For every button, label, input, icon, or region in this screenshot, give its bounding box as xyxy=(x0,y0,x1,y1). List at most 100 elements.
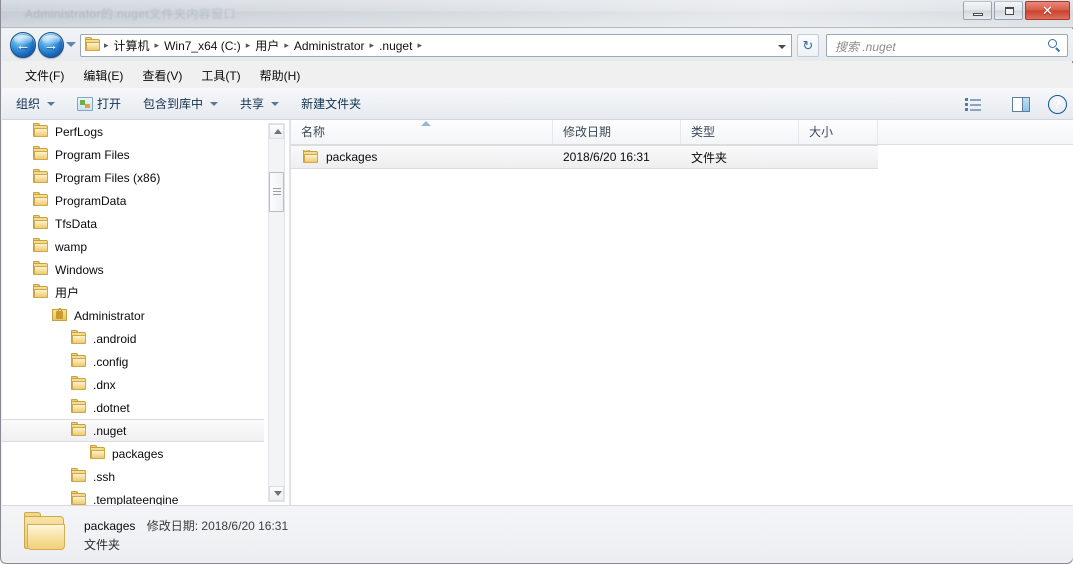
address-bar: ← → ▸ 计算机 ▸ Win7_x64 (C:) ▸ 用户 ▸ Adminis… xyxy=(2,29,1073,61)
folder-icon xyxy=(71,422,87,437)
breadcrumb-item-administrator[interactable]: Administrator xyxy=(290,36,369,56)
menu-item-help[interactable]: 帮助(H) xyxy=(251,65,311,86)
tree-item-administrator[interactable]: Administrator xyxy=(2,304,264,327)
navigation-pane: PerfLogs Program Files Program Files (x86)… xyxy=(2,120,289,505)
forward-button[interactable]: → xyxy=(38,32,64,58)
menu-item-tools[interactable]: 工具(T) xyxy=(192,65,250,86)
tree-item-label: packages xyxy=(112,446,164,461)
title-bar[interactable]: Administrator的.nuget文件夹内容窗口 ✕ xyxy=(1,0,1073,28)
folder-icon xyxy=(33,238,49,253)
breadcrumb-folder-icon xyxy=(85,36,101,53)
tree-item-label: ProgramData xyxy=(55,193,127,208)
column-header-3[interactable]: 大小 xyxy=(799,120,878,144)
tree-item-dotnet[interactable]: .dotnet xyxy=(2,396,264,419)
folder-icon xyxy=(71,468,87,483)
tree-item-tfsdata[interactable]: TfsData xyxy=(2,212,264,235)
folder-icon xyxy=(33,261,49,276)
tree-item-config[interactable]: .config xyxy=(2,350,264,373)
minimize-icon xyxy=(973,13,983,16)
menu-item-edit[interactable]: 编辑(E) xyxy=(74,65,133,86)
breadcrumb-separator[interactable]: ▸ xyxy=(416,40,423,51)
folder-icon xyxy=(71,491,87,505)
window-frame: Administrator的.nuget文件夹内容窗口 ✕ ← → ▸ 计算机 … xyxy=(0,0,1073,564)
status-bar: packages 修改日期: 2018/6/20 16:31 文件夹 xyxy=(2,505,1073,562)
column-header-2[interactable]: 类型 xyxy=(681,120,799,144)
new-folder-button[interactable]: 新建文件夹 xyxy=(293,92,369,115)
file-name-label: packages xyxy=(326,150,378,164)
tree-item-label: TfsData xyxy=(55,216,98,231)
tree-item-[interactable]: 用户 xyxy=(2,281,264,304)
folder-icon xyxy=(90,445,106,460)
nav-pane-scrollbar[interactable] xyxy=(268,123,285,502)
tree-item-programfiles[interactable]: Program Files xyxy=(2,143,264,166)
folder-icon xyxy=(33,215,49,230)
scrollbar-thumb[interactable] xyxy=(269,172,284,212)
help-icon[interactable]: ? xyxy=(1048,94,1067,114)
tree-item-ssh[interactable]: .ssh xyxy=(2,465,264,488)
maximize-icon xyxy=(1005,7,1014,15)
file-modified-cell: 2018/6/20 16:31 xyxy=(563,150,650,164)
open-label: 打开 xyxy=(97,97,122,111)
folder-icon xyxy=(33,284,49,299)
tree-item-label: wamp xyxy=(55,239,88,254)
tree-item-programfilesx86[interactable]: Program Files (x86) xyxy=(2,166,264,189)
tree-item-label: .dotnet xyxy=(93,400,130,415)
search-input[interactable]: 搜索 .nuget xyxy=(826,34,1068,57)
tree-item-label: .dnx xyxy=(93,377,116,392)
column-header-1[interactable]: 修改日期 xyxy=(553,120,681,144)
file-row[interactable]: packages 2018/6/20 16:31 文件夹 xyxy=(291,145,878,169)
minimize-button[interactable] xyxy=(963,1,992,20)
include-in-library-label: 包含到库中 xyxy=(143,97,204,111)
menu-item-file[interactable]: 文件(F) xyxy=(16,65,74,86)
user-folder-icon xyxy=(52,308,68,322)
change-view-button[interactable] xyxy=(961,94,994,114)
scroll-up-button[interactable] xyxy=(269,124,284,139)
share-button[interactable]: 共享 xyxy=(232,92,287,115)
tree-item-nuget[interactable]: .nuget xyxy=(2,419,264,442)
chevron-down-icon xyxy=(271,101,280,106)
column-header-row: 名称 修改日期 类型 大小 xyxy=(291,120,1073,145)
recent-pages-chevron-down-icon[interactable] xyxy=(66,42,76,47)
folder-icon xyxy=(71,353,87,368)
organize-button[interactable]: 组织 xyxy=(8,92,63,115)
tree-item-programdata[interactable]: ProgramData xyxy=(2,189,264,212)
close-icon: ✕ xyxy=(1042,3,1053,18)
tree-item-perflogs[interactable]: PerfLogs xyxy=(2,120,264,143)
tree-item-android[interactable]: .android xyxy=(2,327,264,350)
close-button[interactable]: ✕ xyxy=(1025,1,1070,20)
command-toolbar: 组织 打开 包含到库中 共享 新建文件夹 ? xyxy=(2,88,1073,120)
breadcrumb-item-drive[interactable]: Win7_x64 (C:) xyxy=(160,36,245,56)
tree-item-packages[interactable]: packages xyxy=(2,442,264,465)
preview-pane-button[interactable] xyxy=(1008,94,1034,115)
scroll-down-button[interactable] xyxy=(269,486,284,501)
tree-item-label: .ssh xyxy=(93,469,116,484)
column-header-label: 类型 xyxy=(691,125,716,139)
column-header-0[interactable]: 名称 xyxy=(291,120,553,144)
tree-item-label: .android xyxy=(93,331,137,346)
tree-item-dnx[interactable]: .dnx xyxy=(2,373,264,396)
search-icon xyxy=(1048,39,1061,53)
window-title: Administrator的.nuget文件夹内容窗口 xyxy=(25,7,236,21)
breadcrumb[interactable]: ▸ 计算机 ▸ Win7_x64 (C:) ▸ 用户 ▸ Administrat… xyxy=(80,34,780,57)
view-list-icon xyxy=(965,97,982,111)
folder-tree: PerfLogs Program Files Program Files (x86)… xyxy=(2,120,264,505)
maximize-button[interactable] xyxy=(994,1,1023,20)
breadcrumb-item-computer[interactable]: 计算机 xyxy=(110,36,154,56)
back-button[interactable]: ← xyxy=(10,32,36,58)
back-arrow-icon: ← xyxy=(15,36,31,54)
open-icon xyxy=(77,96,94,111)
tree-item-templateengine[interactable]: .templateengine xyxy=(2,488,264,505)
include-in-library-button[interactable]: 包含到库中 xyxy=(135,92,226,115)
tree-item-wamp[interactable]: wamp xyxy=(2,235,264,258)
share-label: 共享 xyxy=(240,97,265,111)
breadcrumb-item-nuget[interactable]: .nuget xyxy=(375,36,416,56)
open-button[interactable]: 打开 xyxy=(69,92,129,115)
search-placeholder: 搜索 .nuget xyxy=(835,40,896,54)
status-item-type: 文件夹 xyxy=(84,538,121,552)
menu-item-view[interactable]: 查看(V) xyxy=(133,65,192,86)
address-dropdown-button[interactable] xyxy=(772,34,792,57)
breadcrumb-item-users[interactable]: 用户 xyxy=(251,36,283,56)
tree-item-windows[interactable]: Windows xyxy=(2,258,264,281)
folder-icon xyxy=(71,330,87,345)
refresh-button[interactable]: ↻ xyxy=(797,34,819,57)
